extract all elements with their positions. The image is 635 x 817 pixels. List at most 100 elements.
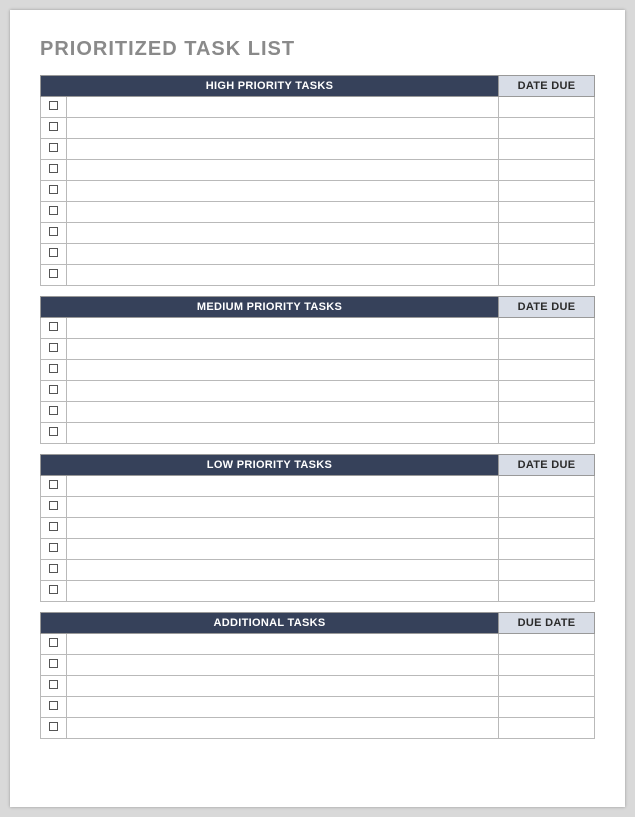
checkbox-icon[interactable]: [49, 101, 58, 110]
task-cell[interactable]: [67, 139, 499, 160]
checkbox-icon[interactable]: [49, 406, 58, 415]
date-cell[interactable]: [499, 202, 595, 223]
checkbox-icon[interactable]: [49, 564, 58, 573]
date-cell[interactable]: [499, 318, 595, 339]
date-cell[interactable]: [499, 360, 595, 381]
checkbox-icon[interactable]: [49, 680, 58, 689]
date-cell[interactable]: [499, 634, 595, 655]
date-cell[interactable]: [499, 518, 595, 539]
checkbox-cell[interactable]: [41, 339, 67, 360]
checkbox-cell[interactable]: [41, 97, 67, 118]
checkbox-icon[interactable]: [49, 543, 58, 552]
checkbox-icon[interactable]: [49, 480, 58, 489]
checkbox-icon[interactable]: [49, 638, 58, 647]
task-cell[interactable]: [67, 634, 499, 655]
checkbox-icon[interactable]: [49, 122, 58, 131]
checkbox-cell[interactable]: [41, 518, 67, 539]
checkbox-cell[interactable]: [41, 360, 67, 381]
checkbox-cell[interactable]: [41, 265, 67, 286]
checkbox-cell[interactable]: [41, 697, 67, 718]
task-cell[interactable]: [67, 244, 499, 265]
checkbox-icon[interactable]: [49, 269, 58, 278]
task-cell[interactable]: [67, 181, 499, 202]
task-cell[interactable]: [67, 381, 499, 402]
task-cell[interactable]: [67, 423, 499, 444]
checkbox-icon[interactable]: [49, 522, 58, 531]
checkbox-cell[interactable]: [41, 655, 67, 676]
task-cell[interactable]: [67, 202, 499, 223]
task-cell[interactable]: [67, 318, 499, 339]
date-cell[interactable]: [499, 476, 595, 497]
checkbox-icon[interactable]: [49, 227, 58, 236]
date-cell[interactable]: [499, 560, 595, 581]
date-cell[interactable]: [499, 539, 595, 560]
checkbox-cell[interactable]: [41, 402, 67, 423]
checkbox-cell[interactable]: [41, 497, 67, 518]
checkbox-icon[interactable]: [49, 385, 58, 394]
task-cell[interactable]: [67, 476, 499, 497]
checkbox-cell[interactable]: [41, 223, 67, 244]
task-cell[interactable]: [67, 360, 499, 381]
task-cell[interactable]: [67, 539, 499, 560]
task-cell[interactable]: [67, 223, 499, 244]
checkbox-cell[interactable]: [41, 202, 67, 223]
task-cell[interactable]: [67, 697, 499, 718]
checkbox-icon[interactable]: [49, 701, 58, 710]
task-cell[interactable]: [67, 655, 499, 676]
task-cell[interactable]: [67, 718, 499, 739]
checkbox-icon[interactable]: [49, 185, 58, 194]
checkbox-icon[interactable]: [49, 343, 58, 352]
checkbox-icon[interactable]: [49, 206, 58, 215]
checkbox-cell[interactable]: [41, 423, 67, 444]
checkbox-icon[interactable]: [49, 501, 58, 510]
date-cell[interactable]: [499, 118, 595, 139]
task-cell[interactable]: [67, 402, 499, 423]
date-cell[interactable]: [499, 97, 595, 118]
date-cell[interactable]: [499, 339, 595, 360]
task-cell[interactable]: [67, 676, 499, 697]
date-cell[interactable]: [499, 581, 595, 602]
date-cell[interactable]: [499, 381, 595, 402]
date-cell[interactable]: [499, 423, 595, 444]
checkbox-icon[interactable]: [49, 322, 58, 331]
checkbox-icon[interactable]: [49, 143, 58, 152]
checkbox-icon[interactable]: [49, 364, 58, 373]
checkbox-icon[interactable]: [49, 585, 58, 594]
checkbox-cell[interactable]: [41, 181, 67, 202]
date-cell[interactable]: [499, 697, 595, 718]
checkbox-cell[interactable]: [41, 139, 67, 160]
checkbox-cell[interactable]: [41, 718, 67, 739]
task-cell[interactable]: [67, 581, 499, 602]
task-cell[interactable]: [67, 560, 499, 581]
task-cell[interactable]: [67, 339, 499, 360]
date-cell[interactable]: [499, 676, 595, 697]
date-cell[interactable]: [499, 402, 595, 423]
checkbox-cell[interactable]: [41, 476, 67, 497]
date-cell[interactable]: [499, 160, 595, 181]
date-cell[interactable]: [499, 139, 595, 160]
date-cell[interactable]: [499, 655, 595, 676]
checkbox-icon[interactable]: [49, 427, 58, 436]
checkbox-cell[interactable]: [41, 318, 67, 339]
checkbox-cell[interactable]: [41, 581, 67, 602]
checkbox-cell[interactable]: [41, 244, 67, 265]
date-cell[interactable]: [499, 223, 595, 244]
checkbox-icon[interactable]: [49, 248, 58, 257]
task-cell[interactable]: [67, 97, 499, 118]
checkbox-cell[interactable]: [41, 539, 67, 560]
task-cell[interactable]: [67, 497, 499, 518]
date-cell[interactable]: [499, 718, 595, 739]
checkbox-cell[interactable]: [41, 160, 67, 181]
task-cell[interactable]: [67, 518, 499, 539]
date-cell[interactable]: [499, 265, 595, 286]
task-cell[interactable]: [67, 118, 499, 139]
checkbox-cell[interactable]: [41, 634, 67, 655]
task-cell[interactable]: [67, 265, 499, 286]
checkbox-cell[interactable]: [41, 381, 67, 402]
checkbox-cell[interactable]: [41, 118, 67, 139]
date-cell[interactable]: [499, 497, 595, 518]
checkbox-icon[interactable]: [49, 164, 58, 173]
checkbox-cell[interactable]: [41, 560, 67, 581]
date-cell[interactable]: [499, 244, 595, 265]
task-cell[interactable]: [67, 160, 499, 181]
